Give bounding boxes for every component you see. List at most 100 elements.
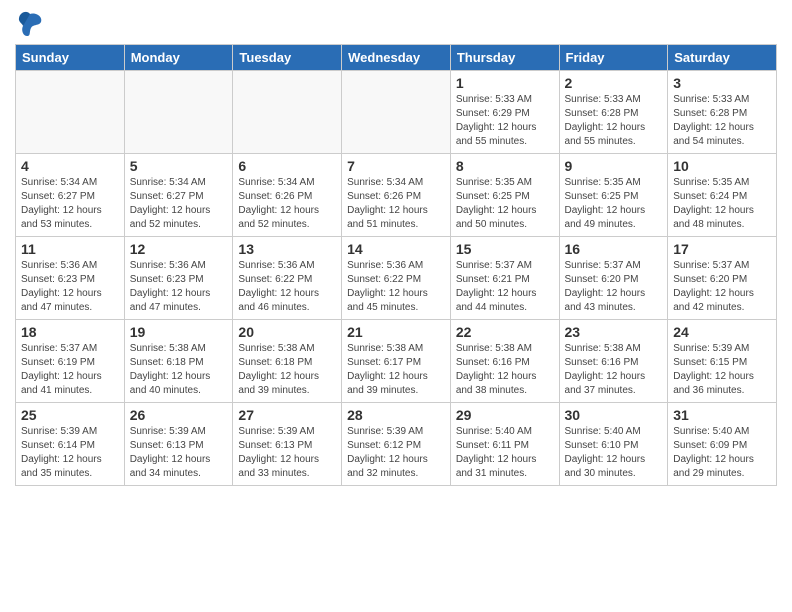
day-info: Sunrise: 5:39 AM Sunset: 6:13 PM Dayligh…	[130, 425, 228, 481]
logo-bird-icon	[15, 10, 45, 38]
calendar-cell	[342, 71, 451, 154]
calendar-table: SundayMondayTuesdayWednesdayThursdayFrid…	[15, 44, 777, 486]
calendar-cell: 13Sunrise: 5:36 AM Sunset: 6:22 PM Dayli…	[233, 237, 342, 320]
calendar-cell: 15 Sunrise: 5:37 AM Sunset: 6:21 PM Dayli…	[450, 237, 559, 320]
calendar-cell: 20 Sunrise: 5:38 AM Sunset: 6:18 PM Dayli…	[233, 320, 342, 403]
day-info: Sunrise: 5:39 AM Sunset: 6:13 PM Dayligh…	[238, 425, 336, 481]
day-number: 8	[456, 158, 554, 174]
day-info: Sunrise: 5:40 AM Sunset: 6:11 PM Dayligh…	[456, 425, 554, 481]
calendar-cell: 21 Sunrise: 5:38 AM Sunset: 6:17 PM Dayli…	[342, 320, 451, 403]
day-number: 20	[238, 324, 336, 340]
day-info: Sunrise: 5:37 AM Sunset: 6:21 PM Dayligh…	[456, 259, 554, 315]
day-number: 22	[456, 324, 554, 340]
calendar-cell: 11 Sunrise: 5:36 AM Sunset: 6:23 PM Dayli…	[16, 237, 125, 320]
day-header-thursday: Thursday	[450, 45, 559, 71]
day-number: 3	[673, 75, 771, 91]
calendar-cell: 19 Sunrise: 5:38 AM Sunset: 6:18 PM Dayli…	[124, 320, 233, 403]
day-number: 23	[565, 324, 663, 340]
calendar-cell	[124, 71, 233, 154]
day-number: 17	[673, 241, 771, 257]
day-info: Sunrise: 5:36 AM Sunset: 6:23 PM Dayligh…	[130, 259, 228, 315]
day-header-wednesday: Wednesday	[342, 45, 451, 71]
day-number: 19	[130, 324, 228, 340]
day-info: Sunrise: 5:40 AM Sunset: 6:10 PM Dayligh…	[565, 425, 663, 481]
day-info: Sunrise: 5:38 AM Sunset: 6:16 PM Dayligh…	[565, 342, 663, 398]
calendar-cell	[233, 71, 342, 154]
page-header	[15, 10, 777, 38]
calendar-cell: 24 Sunrise: 5:39 AM Sunset: 6:15 PM Dayli…	[668, 320, 777, 403]
day-number: 28	[347, 407, 445, 423]
day-info: Sunrise: 5:37 AM Sunset: 6:20 PM Dayligh…	[673, 259, 771, 315]
calendar-cell: 16 Sunrise: 5:37 AM Sunset: 6:20 PM Dayli…	[559, 237, 668, 320]
day-info: Sunrise: 5:33 AM Sunset: 6:28 PM Dayligh…	[673, 93, 771, 149]
day-info: Sunrise: 5:36 AM Sunset: 6:23 PM Dayligh…	[21, 259, 119, 315]
calendar-cell	[16, 71, 125, 154]
calendar-cell: 22 Sunrise: 5:38 AM Sunset: 6:16 PM Dayli…	[450, 320, 559, 403]
day-number: 12	[130, 241, 228, 257]
calendar-cell: 14 Sunrise: 5:36 AM Sunset: 6:22 PM Dayli…	[342, 237, 451, 320]
day-number: 7	[347, 158, 445, 174]
day-info: Sunrise: 5:35 AM Sunset: 6:25 PM Dayligh…	[456, 176, 554, 232]
day-number: 1	[456, 75, 554, 91]
calendar-cell: 29 Sunrise: 5:40 AM Sunset: 6:11 PM Dayli…	[450, 403, 559, 486]
day-number: 16	[565, 241, 663, 257]
day-number: 6	[238, 158, 336, 174]
day-info: Sunrise: 5:39 AM Sunset: 6:15 PM Dayligh…	[673, 342, 771, 398]
day-info: Sunrise: 5:39 AM Sunset: 6:12 PM Dayligh…	[347, 425, 445, 481]
day-number: 15	[456, 241, 554, 257]
day-number: 14	[347, 241, 445, 257]
calendar-cell: 17 Sunrise: 5:37 AM Sunset: 6:20 PM Dayli…	[668, 237, 777, 320]
day-info: Sunrise: 5:34 AM Sunset: 6:26 PM Dayligh…	[238, 176, 336, 232]
calendar-cell: 4Sunrise: 5:34 AM Sunset: 6:27 PM Daylig…	[16, 154, 125, 237]
calendar-cell: 18 Sunrise: 5:37 AM Sunset: 6:19 PM Dayli…	[16, 320, 125, 403]
day-info: Sunrise: 5:38 AM Sunset: 6:17 PM Dayligh…	[347, 342, 445, 398]
day-number: 27	[238, 407, 336, 423]
week-row-3: 11 Sunrise: 5:36 AM Sunset: 6:23 PM Dayli…	[16, 237, 777, 320]
day-info: Sunrise: 5:37 AM Sunset: 6:20 PM Dayligh…	[565, 259, 663, 315]
day-number: 18	[21, 324, 119, 340]
calendar-cell: 25Sunrise: 5:39 AM Sunset: 6:14 PM Dayli…	[16, 403, 125, 486]
day-header-friday: Friday	[559, 45, 668, 71]
calendar-cell: 3 Sunrise: 5:33 AM Sunset: 6:28 PM Daylig…	[668, 71, 777, 154]
calendar-cell: 26 Sunrise: 5:39 AM Sunset: 6:13 PM Dayli…	[124, 403, 233, 486]
calendar-cell: 6 Sunrise: 5:34 AM Sunset: 6:26 PM Daylig…	[233, 154, 342, 237]
calendar-cell: 2 Sunrise: 5:33 AM Sunset: 6:28 PM Daylig…	[559, 71, 668, 154]
day-number: 29	[456, 407, 554, 423]
day-header-tuesday: Tuesday	[233, 45, 342, 71]
day-info: Sunrise: 5:36 AM Sunset: 6:22 PM Dayligh…	[347, 259, 445, 315]
week-row-2: 4Sunrise: 5:34 AM Sunset: 6:27 PM Daylig…	[16, 154, 777, 237]
calendar-cell: 10Sunrise: 5:35 AM Sunset: 6:24 PM Dayli…	[668, 154, 777, 237]
calendar-cell: 28 Sunrise: 5:39 AM Sunset: 6:12 PM Dayli…	[342, 403, 451, 486]
day-number: 30	[565, 407, 663, 423]
calendar-cell: 30 Sunrise: 5:40 AM Sunset: 6:10 PM Dayli…	[559, 403, 668, 486]
day-number: 13	[238, 241, 336, 257]
day-info: Sunrise: 5:38 AM Sunset: 6:18 PM Dayligh…	[130, 342, 228, 398]
day-number: 24	[673, 324, 771, 340]
day-number: 31	[673, 407, 771, 423]
day-number: 9	[565, 158, 663, 174]
day-info: Sunrise: 5:33 AM Sunset: 6:28 PM Dayligh…	[565, 93, 663, 149]
calendar-cell: 12 Sunrise: 5:36 AM Sunset: 6:23 PM Dayli…	[124, 237, 233, 320]
calendar-cell: 27 Sunrise: 5:39 AM Sunset: 6:13 PM Dayli…	[233, 403, 342, 486]
day-number: 26	[130, 407, 228, 423]
calendar-cell: 1 Sunrise: 5:33 AM Sunset: 6:29 PM Daylig…	[450, 71, 559, 154]
calendar-cell: 9Sunrise: 5:35 AM Sunset: 6:25 PM Daylig…	[559, 154, 668, 237]
day-number: 25	[21, 407, 119, 423]
day-info: Sunrise: 5:34 AM Sunset: 6:27 PM Dayligh…	[21, 176, 119, 232]
day-info: Sunrise: 5:33 AM Sunset: 6:29 PM Dayligh…	[456, 93, 554, 149]
day-info: Sunrise: 5:35 AM Sunset: 6:24 PM Dayligh…	[673, 176, 771, 232]
day-info: Sunrise: 5:34 AM Sunset: 6:27 PM Dayligh…	[130, 176, 228, 232]
calendar-cell: 23 Sunrise: 5:38 AM Sunset: 6:16 PM Dayli…	[559, 320, 668, 403]
day-info: Sunrise: 5:38 AM Sunset: 6:16 PM Dayligh…	[456, 342, 554, 398]
day-info: Sunrise: 5:34 AM Sunset: 6:26 PM Dayligh…	[347, 176, 445, 232]
day-number: 5	[130, 158, 228, 174]
calendar-cell: 7 Sunrise: 5:34 AM Sunset: 6:26 PM Daylig…	[342, 154, 451, 237]
day-info: Sunrise: 5:38 AM Sunset: 6:18 PM Dayligh…	[238, 342, 336, 398]
day-number: 21	[347, 324, 445, 340]
day-number: 2	[565, 75, 663, 91]
week-row-5: 25Sunrise: 5:39 AM Sunset: 6:14 PM Dayli…	[16, 403, 777, 486]
week-row-4: 18 Sunrise: 5:37 AM Sunset: 6:19 PM Dayli…	[16, 320, 777, 403]
day-header-saturday: Saturday	[668, 45, 777, 71]
day-number: 11	[21, 241, 119, 257]
day-info: Sunrise: 5:37 AM Sunset: 6:19 PM Dayligh…	[21, 342, 119, 398]
